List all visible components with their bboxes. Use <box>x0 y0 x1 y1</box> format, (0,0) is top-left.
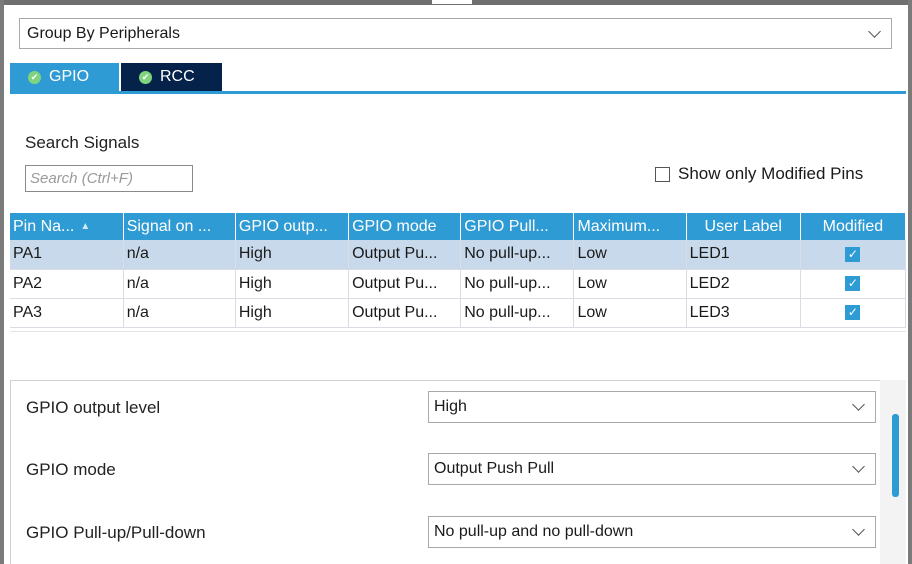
output-level-value: High <box>434 398 467 415</box>
sort-icon[interactable]: ▲ <box>80 221 90 232</box>
cell-user-label: LED3 <box>686 298 801 328</box>
check-circle-icon: ✔ <box>28 70 41 84</box>
pin-signals-table: Pin Na... ▲ Signal on ... GPIO outp... GP… <box>10 213 907 328</box>
config-scrollbar-thumb[interactable] <box>892 414 899 497</box>
gpio-pull-value: No pull-up and no pull-down <box>434 523 634 540</box>
gpio-pull-label: GPIO Pull-up/Pull-down <box>26 523 206 542</box>
tab-underline <box>10 91 906 94</box>
column-header-maximum[interactable]: Maximum... <box>573 213 687 240</box>
gpio-mode-value: Output Push Pull <box>434 460 555 477</box>
cell-signal: n/a <box>123 269 236 299</box>
gpio-pull-select[interactable]: No pull-up and no pull-down <box>428 516 876 548</box>
search-input[interactable] <box>25 165 193 192</box>
cell-gpio-mode: Output Pu... <box>348 269 462 299</box>
group-by-value: Group By Peripherals <box>27 24 180 42</box>
cell-maximum: Low <box>573 298 687 328</box>
checkbox-icon[interactable]: ✓ <box>845 275 861 291</box>
cell-modified: ✓ <box>800 240 907 270</box>
cell-signal: n/a <box>123 298 236 328</box>
table-divider <box>10 331 906 332</box>
output-level-select[interactable]: High <box>428 391 876 423</box>
table-header-row: Pin Na... ▲ Signal on ... GPIO outp... GP… <box>10 213 907 240</box>
cell-signal: n/a <box>123 240 236 270</box>
tab-gpio[interactable]: ✔ GPIO <box>10 63 119 91</box>
table-row[interactable]: PA1 n/a High Output Pu... No pull-up... … <box>10 240 907 270</box>
column-header-user-label[interactable]: User Label <box>686 213 801 240</box>
chevron-down-icon <box>852 460 865 473</box>
tab-gpio-label: GPIO <box>49 68 90 85</box>
column-header-gpio-output[interactable]: GPIO outp... <box>235 213 350 240</box>
cell-modified: ✓ <box>800 269 907 299</box>
chevron-down-icon <box>852 398 865 411</box>
cell-gpio-output: High <box>235 240 350 270</box>
show-modified-label: Show only Modified Pins <box>678 164 864 183</box>
cell-gpio-mode: Output Pu... <box>348 240 462 270</box>
cell-user-label: LED2 <box>686 269 801 299</box>
show-modified-checkbox[interactable] <box>655 166 670 182</box>
pin-configuration-panel: GPIO output level High GPIO mode Output … <box>10 380 906 564</box>
table-row[interactable]: PA3 n/a High Output Pu... No pull-up... … <box>10 298 907 328</box>
show-modified-option[interactable]: Show only Modified Pins <box>655 164 863 184</box>
gpio-mode-label: GPIO mode <box>26 460 116 479</box>
cell-pin-name: PA1 <box>10 240 124 270</box>
cell-maximum: Low <box>573 269 687 299</box>
column-header-signal[interactable]: Signal on ... <box>123 213 236 240</box>
cell-gpio-pull: No pull-up... <box>460 269 575 299</box>
peripheral-tabs: ✔ GPIO ✔ RCC <box>10 63 222 91</box>
cell-pin-name: PA3 <box>10 298 124 328</box>
group-by-dropdown[interactable]: Group By Peripherals <box>19 18 892 49</box>
checkbox-icon[interactable]: ✓ <box>845 304 861 320</box>
chevron-down-icon <box>852 523 865 536</box>
checkbox-icon[interactable]: ✓ <box>845 246 861 262</box>
cell-modified: ✓ <box>800 298 907 328</box>
column-header-gpio-mode[interactable]: GPIO mode <box>348 213 462 240</box>
window-title-notch <box>432 0 472 4</box>
table-row[interactable]: PA2 n/a High Output Pu... No pull-up... … <box>10 269 907 299</box>
cell-gpio-output: High <box>235 269 350 299</box>
chevron-down-icon <box>868 24 881 38</box>
tab-rcc-label: RCC <box>160 68 195 85</box>
column-header-pin-name[interactable]: Pin Na... ▲ <box>10 213 124 240</box>
cell-maximum: Low <box>573 240 687 270</box>
column-header-gpio-pull[interactable]: GPIO Pull... <box>460 213 575 240</box>
cell-gpio-pull: No pull-up... <box>460 240 575 270</box>
window-right-border <box>908 0 912 564</box>
check-circle-icon: ✔ <box>139 70 152 84</box>
cell-pin-name: PA2 <box>10 269 124 299</box>
cell-user-label: LED1 <box>686 240 801 270</box>
gpio-mode-select[interactable]: Output Push Pull <box>428 453 876 485</box>
output-level-label: GPIO output level <box>26 398 161 417</box>
search-signals-label: Search Signals <box>25 133 140 152</box>
cell-gpio-pull: No pull-up... <box>460 298 575 328</box>
column-header-modified[interactable]: Modified <box>800 213 907 240</box>
tab-rcc[interactable]: ✔ RCC <box>121 63 222 91</box>
window-left-border <box>0 0 4 564</box>
cell-gpio-output: High <box>235 298 350 328</box>
cell-gpio-mode: Output Pu... <box>348 298 462 328</box>
